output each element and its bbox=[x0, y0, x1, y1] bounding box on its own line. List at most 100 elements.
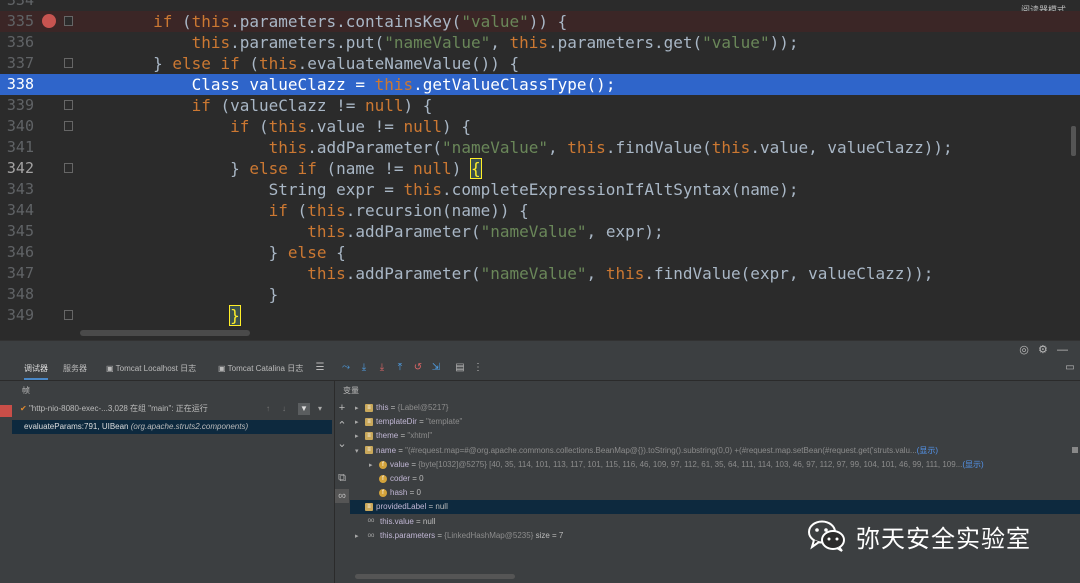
code-editor[interactable]: 阅读器模式 334 335 if (this.parameters.contain… bbox=[0, 0, 1080, 340]
code-token: ) bbox=[451, 159, 471, 178]
code-line[interactable]: 339 if (valueClazz != null) { bbox=[0, 95, 1080, 116]
fold-icon[interactable] bbox=[64, 16, 73, 26]
tab-tomcat-catalina-log[interactable]: ▣ Tomcat Catalina 日志 bbox=[218, 358, 303, 380]
up-arrow-icon[interactable]: ↑ bbox=[266, 401, 270, 417]
field-icon: f bbox=[379, 474, 387, 483]
code-line[interactable]: 345 this.addParameter("nameValue", expr)… bbox=[0, 221, 1080, 242]
step-over-icon[interactable]: ⤳ bbox=[340, 361, 352, 375]
variable-row[interactable]: ▸ ≡ templateDir = "template" bbox=[355, 415, 462, 429]
code-line[interactable]: 338 Class valueClazz = this.getValueClas… bbox=[0, 74, 1080, 95]
variable-name: theme bbox=[376, 431, 399, 441]
variable-row[interactable]: f hash = 0 bbox=[369, 486, 421, 500]
code-line[interactable]: 334 bbox=[0, 0, 1080, 11]
check-icon: ✔ bbox=[20, 404, 27, 413]
code-token: , bbox=[586, 264, 606, 283]
filter-icon[interactable]: ▼ bbox=[298, 403, 310, 415]
variable-icon: ≡ bbox=[365, 432, 373, 441]
code-token: "value" bbox=[461, 12, 529, 31]
code-token: .addParameter( bbox=[345, 264, 481, 283]
variable-name: this bbox=[376, 403, 389, 412]
step-into-icon[interactable]: ⤓ bbox=[358, 361, 370, 375]
expand-arrow-icon[interactable]: ▸ bbox=[355, 416, 365, 430]
log-icon: ▣ bbox=[106, 364, 116, 373]
variable-row[interactable]: ▸ oo this.parameters = {LinkedHashMap@5235… bbox=[355, 529, 563, 543]
fold-icon[interactable] bbox=[64, 58, 73, 68]
expand-arrow-icon[interactable]: ▸ bbox=[355, 530, 365, 544]
copy-icon[interactable]: ⧉ bbox=[335, 471, 349, 485]
variable-row[interactable]: oo this.value = null bbox=[355, 515, 436, 529]
code-line[interactable]: 346 } else { bbox=[0, 242, 1080, 263]
code-line[interactable]: 335 if (this.parameters.containsKey("val… bbox=[0, 11, 1080, 32]
tab-debugger[interactable]: 调试器 bbox=[24, 358, 48, 380]
more-icon[interactable]: ⋮ bbox=[472, 361, 484, 375]
code-line[interactable]: 341 this.addParameter("nameValue", this.… bbox=[0, 137, 1080, 158]
show-value-link[interactable]: (显示) bbox=[962, 460, 983, 469]
variable-row[interactable]: f coder = 0 bbox=[369, 472, 424, 486]
down-icon[interactable]: ⌄ bbox=[335, 437, 349, 451]
code-token: else if bbox=[172, 54, 240, 73]
watches-icon[interactable]: ∞ bbox=[335, 489, 349, 503]
code-token: } bbox=[76, 54, 173, 73]
code-text: } else if (name != null) { bbox=[76, 158, 482, 179]
show-value-link[interactable]: (显示) bbox=[917, 446, 938, 455]
editor-scroll-marker[interactable] bbox=[1071, 126, 1076, 156]
code-token: else bbox=[287, 243, 327, 262]
menu-icon[interactable]: ☰ bbox=[314, 361, 326, 375]
code-line[interactable]: 348 } bbox=[0, 284, 1080, 305]
editor-horizontal-scrollbar[interactable] bbox=[80, 330, 250, 336]
code-token: this bbox=[307, 201, 346, 220]
code-line[interactable]: 343 String expr = this.completeExpressio… bbox=[0, 179, 1080, 200]
variable-row[interactable]: ≡ providedLabel = null bbox=[350, 500, 1080, 515]
code-text: if (this.parameters.containsKey("value")… bbox=[76, 11, 567, 32]
code-token: this bbox=[268, 117, 308, 136]
add-watch-icon[interactable]: + bbox=[335, 401, 349, 415]
code-token: { bbox=[469, 158, 482, 179]
code-line[interactable]: 347 this.addParameter("nameValue", this.… bbox=[0, 263, 1080, 284]
code-token: this bbox=[605, 264, 645, 283]
variable-row[interactable]: ▸ ≡ theme = "xhtml" bbox=[355, 429, 432, 443]
variable-icon: ≡ bbox=[365, 503, 373, 512]
dropdown-icon[interactable]: ▾ bbox=[318, 401, 322, 417]
step-out-icon[interactable]: ⤒ bbox=[394, 361, 406, 375]
up-icon[interactable]: ⌃ bbox=[335, 419, 349, 433]
variable-row[interactable]: ▾ ≡ name = "(#request.map=#@org.apache.com… bbox=[355, 444, 938, 458]
variables-horizontal-scrollbar[interactable] bbox=[355, 574, 515, 579]
fold-icon[interactable] bbox=[64, 310, 73, 320]
variable-value: {byte[1032]@5275} [40, 35, 114, 101, 113… bbox=[418, 459, 963, 469]
variable-icon: ≡ bbox=[365, 403, 373, 412]
code-line[interactable]: 342 } else if (name != null) { bbox=[0, 158, 1080, 179]
frame-package: (org.apache.struts2.components) bbox=[130, 422, 249, 431]
layout-icon[interactable]: ▭ bbox=[1064, 361, 1076, 375]
code-token: .findValue(expr, valueClazz)); bbox=[644, 264, 934, 283]
tab-server[interactable]: 服务器 bbox=[63, 358, 87, 380]
evaluate-icon[interactable]: ▤ bbox=[454, 361, 466, 375]
code-token: this bbox=[307, 264, 346, 283]
variable-row[interactable]: ▸ ≡ this = {Label@5217} bbox=[355, 401, 448, 415]
force-step-into-icon[interactable]: ⤓ bbox=[376, 361, 388, 375]
expand-arrow-icon[interactable]: ▸ bbox=[355, 430, 365, 444]
run-to-cursor-icon[interactable]: ⇲ bbox=[430, 361, 442, 375]
variable-row[interactable]: ▸ f value = {byte[1032]@5275} [40, 35, 114… bbox=[369, 458, 984, 472]
tab-tomcat-localhost-log[interactable]: ▣ Tomcat Localhost 日志 bbox=[106, 358, 196, 380]
fold-icon[interactable] bbox=[64, 100, 73, 110]
expand-arrow-icon[interactable]: ▾ bbox=[355, 445, 365, 459]
debug-settings-icons[interactable]: ◎ ⚙ — bbox=[1019, 343, 1068, 356]
frame-method: evaluateParams:791, UIBean bbox=[24, 422, 129, 431]
breakpoint-icon[interactable] bbox=[42, 14, 56, 28]
code-line[interactable]: 340 if (this.value != null) { bbox=[0, 116, 1080, 137]
thread-selector[interactable]: ✔ "http-nio-8080-exec-...3,028 在组 "main"… bbox=[0, 401, 334, 417]
fold-icon[interactable] bbox=[64, 163, 73, 173]
code-line[interactable]: 337 } else if (this.evaluateNameValue())… bbox=[0, 53, 1080, 74]
code-line[interactable]: 344 if (this.recursion(name)) { bbox=[0, 200, 1080, 221]
variable-value: "template" bbox=[426, 417, 463, 427]
code-line[interactable]: 336 this.parameters.put("nameValue", thi… bbox=[0, 32, 1080, 53]
drop-frame-icon[interactable]: ↺ bbox=[412, 361, 424, 375]
fold-icon[interactable] bbox=[64, 121, 73, 131]
expand-arrow-icon[interactable]: ▸ bbox=[355, 402, 365, 416]
code-line[interactable]: 349 } bbox=[0, 305, 1080, 326]
code-token: "nameValue" bbox=[442, 138, 549, 157]
down-arrow-icon[interactable]: ↓ bbox=[282, 401, 286, 417]
code-text: } else { bbox=[76, 242, 346, 263]
expand-arrow-icon[interactable]: ▸ bbox=[369, 459, 379, 473]
stack-frame[interactable]: evaluateParams:791, UIBean (org.apache.s… bbox=[12, 420, 332, 434]
